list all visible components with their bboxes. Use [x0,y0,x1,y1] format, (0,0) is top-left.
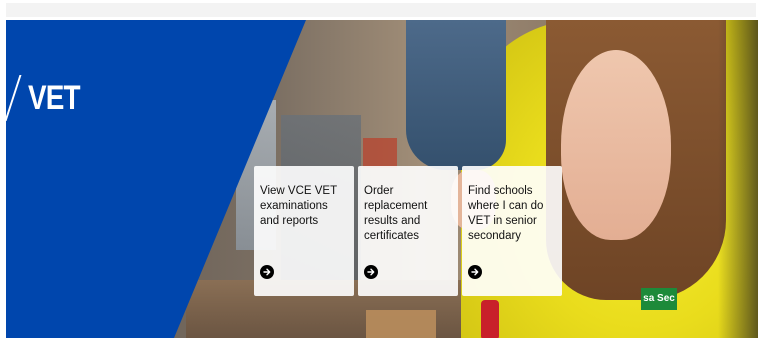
hero-photo-badge: sa Sec [641,288,677,310]
title-slash-divider [6,75,22,121]
page-title: VET [6,75,91,121]
page-title-text: VET [28,78,81,117]
card-label: Find schools where I can do VET in senio… [468,185,544,242]
hero-photo-wood [366,310,436,338]
quick-links: View VCE VET examinations and reports Or… [254,166,562,298]
hero-photo-face [561,50,671,240]
card-label: Order replacement results and certificat… [364,185,428,242]
arrow-right-circle-icon[interactable] [260,265,274,279]
top-strip [6,3,756,17]
card-view-vce-vet-examinations[interactable]: View VCE VET examinations and reports [254,166,354,296]
card-find-schools-vet[interactable]: Find schools where I can do VET in senio… [462,166,562,296]
hero-photo-sign [363,138,397,168]
hero-photo-tool [481,300,499,338]
card-order-replacement-results[interactable]: Order replacement results and certificat… [358,166,458,296]
hero-banner: sa Sec VET View VCE VET examinations and… [6,20,758,338]
arrow-right-circle-icon[interactable] [364,265,378,279]
hero-photo-sleeve [406,20,506,170]
hero-photo-shade [718,20,758,338]
page: sa Sec VET View VCE VET examinations and… [0,0,762,340]
arrow-right-circle-icon[interactable] [468,265,482,279]
card-label: View VCE VET examinations and reports [260,185,337,227]
